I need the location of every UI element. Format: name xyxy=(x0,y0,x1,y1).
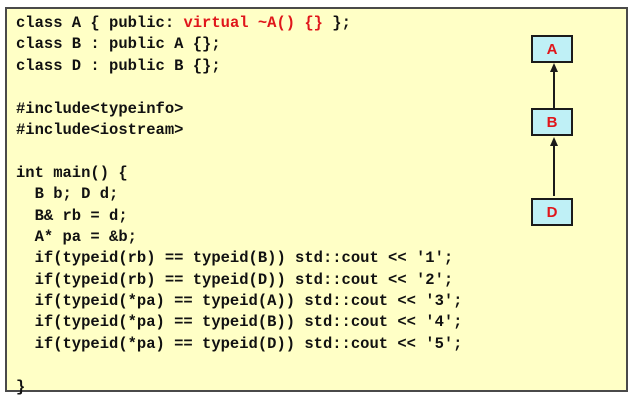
code-line-8: int main() { xyxy=(16,163,128,182)
code-line-11: A* pa = &b; xyxy=(16,227,137,246)
code-line-1-suffix: }; xyxy=(322,14,351,32)
code-line-16: if(typeid(*pa) == typeid(D)) std::cout <… xyxy=(16,334,463,353)
code-line-10: B& rb = d; xyxy=(16,206,128,225)
virtual-destructor-highlight: virtual ~A() {} xyxy=(183,14,323,32)
code-line-14: if(typeid(*pa) == typeid(A)) std::cout <… xyxy=(16,292,463,311)
code-line-5: #include<typeinfo> xyxy=(16,99,184,118)
code-line-13: if(typeid(rb) == typeid(D)) std::cout <<… xyxy=(16,270,454,289)
code-line-15: if(typeid(*pa) == typeid(B)) std::cout <… xyxy=(16,313,463,332)
code-line-1: class A { public: virtual ~A() {} }; xyxy=(16,13,462,34)
class-node-a: A xyxy=(531,35,573,63)
code-line-3: class D : public B {}; xyxy=(16,56,221,75)
code-line-12: if(typeid(rb) == typeid(B)) std::cout <<… xyxy=(16,249,454,268)
code-line-2: class B : public A {}; xyxy=(16,35,221,54)
code-line-1-prefix: class A { public: xyxy=(16,14,184,32)
class-node-b: B xyxy=(531,108,573,136)
code-listing: class A { public: virtual ~A() {} }; clas… xyxy=(16,13,462,398)
class-node-d: D xyxy=(531,198,573,226)
code-line-9: B b; D d; xyxy=(16,185,119,204)
code-line-18: } xyxy=(16,377,26,396)
code-line-6: #include<iostream> xyxy=(16,120,184,139)
